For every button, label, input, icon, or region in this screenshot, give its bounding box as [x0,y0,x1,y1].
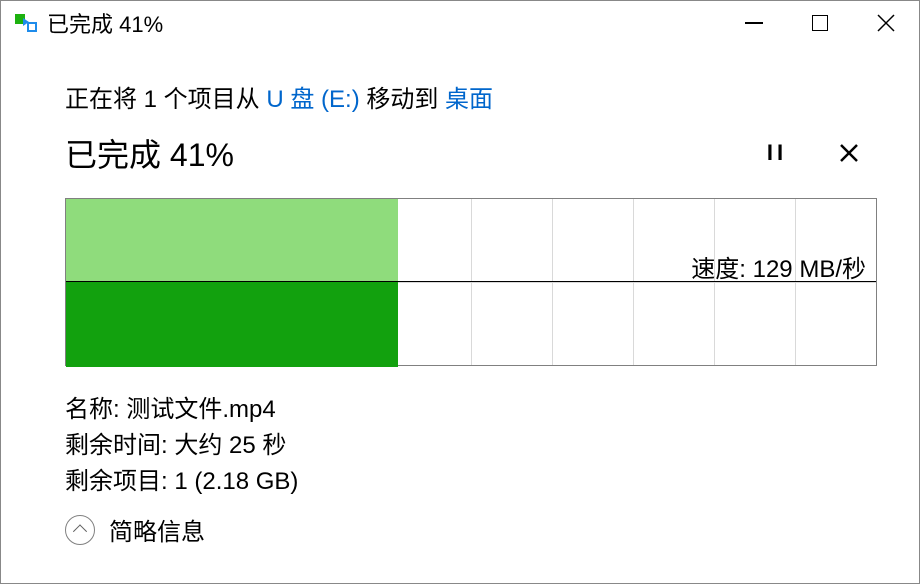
progress-actions: II [763,139,863,167]
close-window-button[interactable] [853,1,919,45]
file-transfer-dialog: 已完成 41% 正在将 1 个项目从 U 盘 (E:) 移动到 桌面 已完成 4… [0,0,920,584]
cancel-button[interactable] [835,139,863,167]
titlebar: 已完成 41% [1,1,919,45]
detail-time-label: 剩余时间: [65,432,174,459]
detail-time-row: 剩余时间: 大约 25 秒 [65,428,873,464]
cancel-icon [839,143,859,163]
detail-items-value: 1 (2.18 GB) [174,468,298,495]
details-toggle-label: 简略信息 [109,512,205,547]
window-title: 已完成 41% [47,7,163,39]
dialog-body: 正在将 1 个项目从 U 盘 (E:) 移动到 桌面 已完成 41% II 速度… [1,45,919,583]
speed-chart: 速度: 129 MB/秒 [65,198,877,366]
operation-description: 正在将 1 个项目从 U 盘 (E:) 移动到 桌面 [65,79,873,114]
speed-label: 速度: 129 MB/秒 [691,249,866,284]
window-controls [721,1,919,45]
minimize-button[interactable] [721,1,787,45]
progress-title: 已完成 41% [65,130,234,176]
move-file-icon [15,14,37,32]
maximize-button[interactable] [787,1,853,45]
speed-chart-container: 速度: 129 MB/秒 [65,198,873,366]
titlebar-left: 已完成 41% [15,7,163,39]
detail-time-value: 大约 25 秒 [174,432,286,459]
detail-items-label: 剩余项目: [65,468,174,495]
operation-prefix: 正在将 1 个项目从 [65,86,266,113]
pause-icon: II [767,140,787,166]
detail-name-label: 名称: [65,396,126,423]
destination-link[interactable]: 桌面 [445,86,493,113]
close-icon [877,14,895,32]
pause-button[interactable]: II [763,139,791,167]
details-toggle[interactable]: 简略信息 [65,512,205,547]
progress-header: 已完成 41% II [65,130,873,176]
detail-name-row: 名称: 测试文件.mp4 [65,392,873,428]
detail-items-row: 剩余项目: 1 (2.18 GB) [65,464,873,500]
chevron-up-icon [65,515,95,545]
source-link[interactable]: U 盘 (E:) [266,86,359,113]
operation-middle: 移动到 [360,86,445,113]
detail-name-value: 测试文件.mp4 [126,396,275,423]
transfer-details: 名称: 测试文件.mp4 剩余时间: 大约 25 秒 剩余项目: 1 (2.18… [65,392,873,500]
